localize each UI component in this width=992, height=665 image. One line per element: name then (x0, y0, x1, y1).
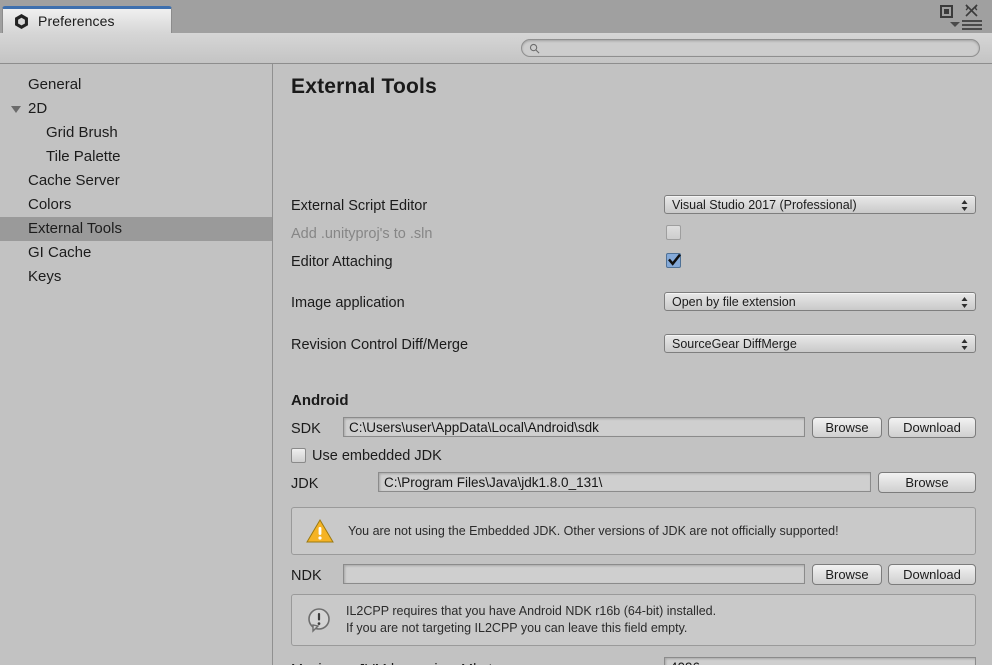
search-icon (529, 43, 540, 53)
sidebar-item-label: External Tools (28, 220, 122, 237)
image-application-label: Image application (291, 295, 405, 311)
ndk-info-helpbox: IL2CPP requires that you have Android ND… (291, 594, 976, 646)
warning-triangle-icon (306, 519, 334, 543)
jdk-warning-text: You are not using the Embedded JDK. Othe… (348, 523, 839, 538)
jvm-heap-input[interactable] (664, 657, 976, 665)
tab-preferences-label: Preferences (38, 13, 115, 29)
android-jdk-label: JDK (291, 476, 319, 492)
chevron-updown-icon (961, 200, 968, 211)
search-field[interactable] (521, 39, 980, 57)
sidebar-item-2d[interactable]: 2D (0, 97, 272, 121)
sidebar-item-label: Cache Server (28, 172, 120, 189)
maximize-icon[interactable] (940, 5, 953, 18)
sidebar-item-keys[interactable]: Keys (0, 265, 272, 289)
android-ndk-label: NDK (291, 568, 322, 584)
info-bubble-icon (308, 608, 330, 633)
sidebar-item-external-tools[interactable]: External Tools (0, 217, 272, 241)
android-sdk-browse-button[interactable]: Browse (812, 417, 882, 438)
sidebar-item-gi-cache[interactable]: GI Cache (0, 241, 272, 265)
external-tools-panel: External Tools External Script Editor Vi… (274, 64, 992, 665)
chevron-updown-icon (961, 339, 968, 350)
preferences-window: Preferences General 2D Grid Brush Tile P… (0, 0, 992, 665)
android-jdk-browse-button[interactable]: Browse (878, 472, 976, 493)
android-sdk-input[interactable] (343, 417, 805, 437)
sidebar-item-label: Grid Brush (46, 124, 118, 141)
editor-attaching-checkbox[interactable] (666, 253, 681, 268)
jvm-heap-label: Maximum JVM heap size, Mbytes (291, 660, 508, 665)
sidebar-item-label: Keys (28, 268, 62, 285)
sidebar-item-cache-server[interactable]: Cache Server (0, 169, 272, 193)
unity-gear-icon (13, 13, 30, 30)
panel-menu-caret-icon[interactable] (950, 22, 960, 27)
chevron-updown-icon (961, 297, 968, 308)
search-input[interactable] (544, 40, 964, 56)
use-embedded-jdk-label: Use embedded JDK (312, 448, 442, 464)
window-tabbar: Preferences (0, 0, 992, 33)
revision-control-label: Revision Control Diff/Merge (291, 337, 469, 353)
jdk-warning-helpbox: You are not using the Embedded JDK. Othe… (291, 507, 976, 555)
sidebar-item-label: GI Cache (28, 244, 92, 261)
sidebar-item-grid-brush[interactable]: Grid Brush (0, 121, 272, 145)
page-title: External Tools (291, 75, 437, 98)
android-sdk-download-button[interactable]: Download (888, 417, 976, 438)
sidebar-item-label: Tile Palette (46, 148, 121, 165)
editor-attaching-label: Editor Attaching (291, 254, 393, 270)
hamburger-menu-icon[interactable] (962, 20, 982, 30)
external-script-editor-dropdown[interactable]: Visual Studio 2017 (Professional) (664, 195, 976, 214)
image-application-dropdown[interactable]: Open by file extension (664, 292, 976, 311)
ndk-info-line2: If you are not targeting IL2CPP you can … (346, 621, 688, 635)
android-sdk-label: SDK (291, 421, 321, 437)
add-unityproj-label: Add .unityproj's to .sln (291, 226, 433, 242)
preferences-sidebar: General 2D Grid Brush Tile Palette Cache Ser… (0, 64, 273, 665)
revision-control-value: SourceGear DiffMerge (672, 336, 797, 351)
sidebar-item-label: 2D (28, 100, 48, 117)
android-section-heading: Android (291, 392, 349, 409)
window-controls (940, 2, 988, 32)
sidebar-item-label: Colors (28, 196, 72, 213)
android-ndk-browse-button[interactable]: Browse (812, 564, 882, 585)
image-application-value: Open by file extension (672, 294, 796, 309)
foldout-triangle-icon[interactable] (11, 106, 21, 113)
android-jdk-input[interactable] (378, 472, 871, 492)
search-toolbar (0, 33, 992, 64)
tab-preferences[interactable]: Preferences (2, 6, 172, 33)
sidebar-item-general[interactable]: General (0, 73, 272, 97)
use-embedded-jdk-checkbox[interactable] (291, 448, 306, 463)
sidebar-item-tile-palette[interactable]: Tile Palette (0, 145, 272, 169)
android-ndk-download-button[interactable]: Download (888, 564, 976, 585)
add-unityproj-checkbox (666, 225, 681, 240)
sidebar-item-label: General (28, 76, 82, 93)
revision-control-dropdown[interactable]: SourceGear DiffMerge (664, 334, 976, 353)
android-ndk-input[interactable] (343, 564, 805, 584)
external-script-editor-value: Visual Studio 2017 (Professional) (672, 197, 857, 212)
external-script-editor-label: External Script Editor (291, 198, 428, 214)
ndk-info-text-block: IL2CPP requires that you have Android ND… (346, 603, 716, 637)
close-icon[interactable] (964, 3, 979, 18)
sidebar-item-colors[interactable]: Colors (0, 193, 272, 217)
ndk-info-line1: IL2CPP requires that you have Android ND… (346, 604, 717, 618)
sidebar-nav-list: General 2D Grid Brush Tile Palette Cache Ser… (0, 73, 272, 289)
